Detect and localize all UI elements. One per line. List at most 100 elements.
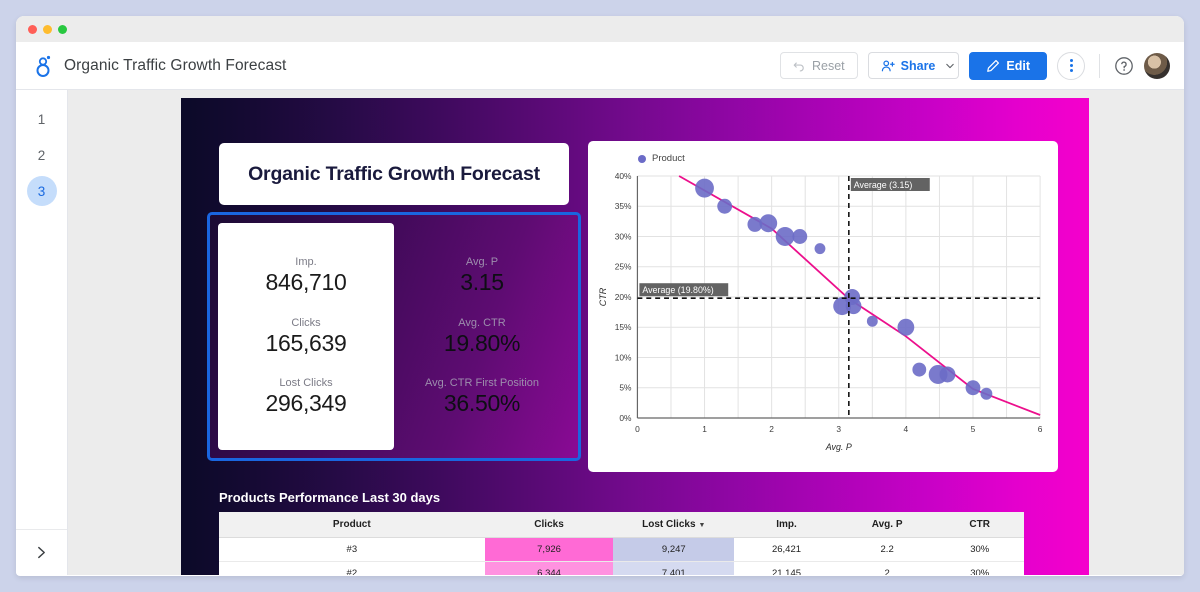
cell-avg-p: 2.2	[838, 537, 936, 562]
col-clicks[interactable]: Clicks	[484, 512, 614, 538]
chart-legend: Product	[594, 149, 1048, 166]
page-title: Organic Traffic Growth Forecast	[64, 56, 287, 74]
toolbar-divider	[1099, 53, 1100, 78]
col-lost-clicks-label: Lost Clicks	[642, 519, 696, 530]
kpi-avg-ctr: Avg. CTR 19.80%	[443, 316, 521, 357]
screen-root: Organic Traffic Growth Forecast Reset Sh…	[0, 0, 1200, 592]
share-button[interactable]: Share	[867, 52, 942, 79]
scatter-plot-area: 0% 5% 10% 15% 20% 25% 30% 35% 40% 0 1 2 3 4 5 6 Avg. P CT…	[594, 166, 1048, 456]
sidebar-expand-button[interactable]	[16, 529, 67, 575]
kpi-avg-ctr-label: Avg. CTR	[458, 316, 506, 329]
caret-down-icon: ▼	[698, 522, 706, 529]
kebab-dot	[1069, 69, 1073, 72]
kpi-avg-ctr-value: 19.80%	[443, 329, 521, 356]
cell-avg-p: 2	[838, 561, 936, 575]
chevron-down-icon	[946, 63, 954, 68]
cell-product: #2	[219, 561, 485, 575]
cell-imp: 26,421	[734, 537, 839, 562]
table-header-row: Product Clicks Lost Clicks ▼ Imp. Avg. P …	[219, 512, 1024, 538]
cell-lost-clicks: 7,401	[613, 561, 735, 575]
kpi-right-column: Avg. P 3.15 Avg. CTR 19.80% Avg. CTR Fir…	[394, 223, 570, 450]
legend-label-product: Product	[652, 153, 685, 164]
col-imp[interactable]: Imp.	[734, 512, 839, 538]
cell-product: #3	[219, 537, 485, 562]
app-body: 1 2 3 Organic Traffic Growth Forecast Im…	[16, 90, 1184, 575]
cell-imp: 21,145	[734, 561, 839, 575]
kpi-lost-clicks: Lost Clicks 296,349	[265, 377, 346, 417]
kpi-left-column: Imp. 846,710 Clicks 165,639 Lost Clicks …	[218, 223, 394, 450]
kpi-avg-ctr-first-position: Avg. CTR First Position 36.50%	[425, 377, 539, 417]
cell-clicks: 7,926	[484, 537, 614, 562]
kpi-imp-label: Imp.	[295, 255, 317, 268]
svg-text:25%: 25%	[615, 262, 632, 272]
svg-text:20%: 20%	[615, 292, 632, 302]
cell-ctr: 30%	[935, 561, 1024, 575]
col-product[interactable]: Product	[219, 512, 485, 538]
more-options-button[interactable]	[1057, 51, 1085, 80]
table-row[interactable]: #2 6,344 7,401 21,145 2 30%	[219, 561, 1024, 575]
browser-window: Organic Traffic Growth Forecast Reset Sh…	[16, 16, 1184, 576]
kpi-lost-clicks-value: 296,349	[265, 390, 347, 417]
svg-text:0%: 0%	[619, 413, 632, 423]
kpi-avg-ctr-first-position-value: 36.50%	[443, 390, 521, 417]
table-row[interactable]: #3 7,926 9,247 26,421 2.2 30%	[219, 537, 1024, 562]
edit-button[interactable]: Edit	[969, 51, 1047, 80]
minimize-window-icon[interactable]	[43, 24, 52, 34]
reset-button[interactable]: Reset	[779, 52, 858, 79]
header-toolbar: Reset Share Edit	[779, 51, 1170, 80]
kebab-dot	[1069, 64, 1073, 67]
kpi-scorecard-panel[interactable]: Imp. 846,710 Clicks 165,639 Lost Clicks …	[207, 212, 581, 461]
slide-title-card[interactable]: Organic Traffic Growth Forecast	[219, 143, 569, 205]
maximize-window-icon[interactable]	[58, 24, 67, 34]
svg-text:0: 0	[635, 424, 640, 434]
col-avg-p[interactable]: Avg. P	[838, 512, 936, 538]
person-add-icon	[881, 59, 895, 71]
sidebar-page-2[interactable]: 2	[27, 140, 57, 170]
svg-text:CTR: CTR	[598, 287, 608, 306]
window-titlebar	[16, 16, 1184, 42]
cell-clicks: 6,344	[484, 561, 614, 575]
table-body: #3 7,926 9,247 26,421 2.2 30% #2 6,344 7…	[219, 537, 1024, 575]
cell-lost-clicks: 9,247	[613, 537, 735, 562]
kpi-avg-p-value: 3.15	[460, 268, 504, 295]
kpi-avg-p-label: Avg. P	[465, 255, 499, 268]
close-window-icon[interactable]	[28, 24, 37, 34]
svg-text:1: 1	[702, 424, 707, 434]
svg-text:40%: 40%	[615, 171, 632, 181]
cell-ctr: 30%	[935, 537, 1024, 562]
report-canvas: Organic Traffic Growth Forecast Imp. 846…	[68, 90, 1184, 575]
svg-text:Avg. P: Avg. P	[825, 442, 852, 452]
col-ctr[interactable]: CTR	[935, 512, 1024, 538]
slide-title-text: Organic Traffic Growth Forecast	[248, 162, 540, 185]
svg-text:5: 5	[971, 424, 976, 434]
col-lost-clicks[interactable]: Lost Clicks ▼	[613, 512, 735, 538]
scatter-chart-card[interactable]: Product 0% 5% 10% 15% 20% 25% 30% 35% 40% 0 1 2 3 4 5 6…	[588, 141, 1058, 472]
svg-text:15%: 15%	[615, 322, 632, 332]
share-dropdown-button[interactable]	[941, 52, 960, 79]
svg-text:4: 4	[904, 424, 909, 434]
report-slide: Organic Traffic Growth Forecast Imp. 846…	[181, 98, 1089, 575]
scatter-plot-svg: 0% 5% 10% 15% 20% 25% 30% 35% 40% 0 1 2 3 4 5 6 Avg. P CT…	[598, 171, 1043, 452]
sidebar-page-3[interactable]: 3	[26, 176, 57, 206]
pencil-icon	[987, 59, 1000, 72]
svg-text:5%: 5%	[619, 383, 632, 393]
app-header: Organic Traffic Growth Forecast Reset Sh…	[16, 42, 1184, 90]
chevron-right-icon	[38, 546, 45, 559]
kpi-clicks-value: 165,639	[265, 329, 347, 356]
svg-text:Average (19.80%): Average (19.80%)	[642, 285, 713, 295]
kpi-avg-p: Avg. P 3.15	[460, 256, 504, 296]
help-circle-icon[interactable]	[1114, 56, 1134, 76]
svg-text:35%: 35%	[615, 201, 632, 211]
legend-swatch-icon	[638, 154, 646, 163]
data-studio-logo-icon	[36, 55, 51, 77]
undo-icon	[793, 62, 804, 72]
products-performance-table[interactable]: Product Clicks Lost Clicks ▼ Imp. Avg. P …	[219, 512, 1024, 575]
sidebar-page-1[interactable]: 1	[27, 104, 57, 134]
kebab-dot	[1069, 59, 1073, 62]
kpi-clicks: Clicks 165,639	[265, 317, 346, 357]
kpi-lost-clicks-label: Lost Clicks	[279, 377, 333, 390]
avatar[interactable]	[1144, 52, 1170, 79]
kpi-clicks-label: Clicks	[291, 316, 321, 329]
table-head: Product Clicks Lost Clicks ▼ Imp. Avg. P …	[219, 512, 1024, 538]
reset-label: Reset	[811, 58, 845, 73]
